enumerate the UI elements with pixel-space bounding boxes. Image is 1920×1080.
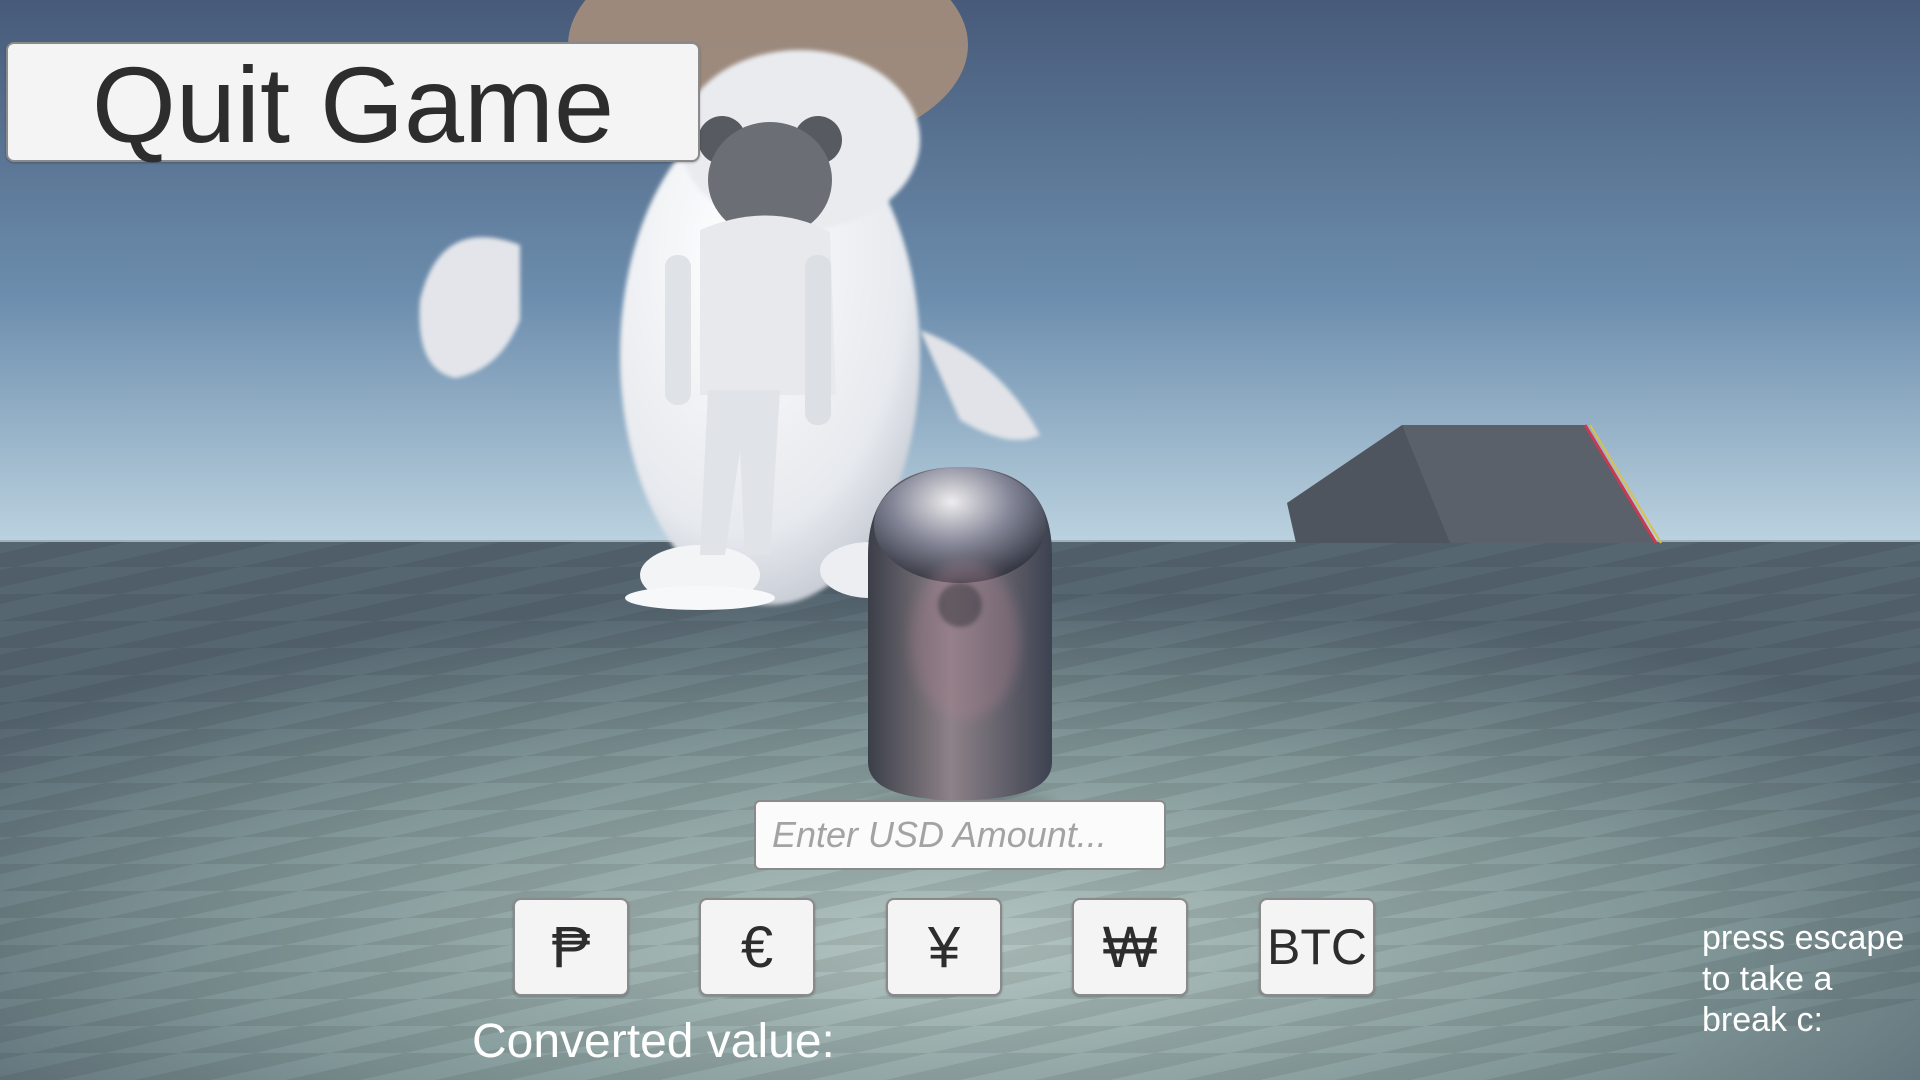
euro-icon: € <box>740 914 774 980</box>
won-button[interactable]: ₩ <box>1072 898 1188 996</box>
btc-label: BTC <box>1267 919 1367 975</box>
escape-hint-text: press escape to take a break c: <box>1702 919 1905 1039</box>
player-capsule <box>865 467 1055 819</box>
peso-icon: ₱ <box>551 914 591 980</box>
usd-amount-input[interactable] <box>754 800 1166 870</box>
btc-button[interactable]: BTC <box>1259 898 1375 996</box>
yen-icon: ¥ <box>927 914 961 980</box>
won-icon: ₩ <box>1102 914 1158 980</box>
peso-button[interactable]: ₱ <box>513 898 629 996</box>
quit-game-button[interactable]: Quit Game <box>6 42 700 165</box>
converted-value-label: Converted value: <box>472 1015 835 1068</box>
yen-button[interactable]: ¥ <box>886 898 1002 996</box>
euro-button[interactable]: € <box>699 898 815 996</box>
